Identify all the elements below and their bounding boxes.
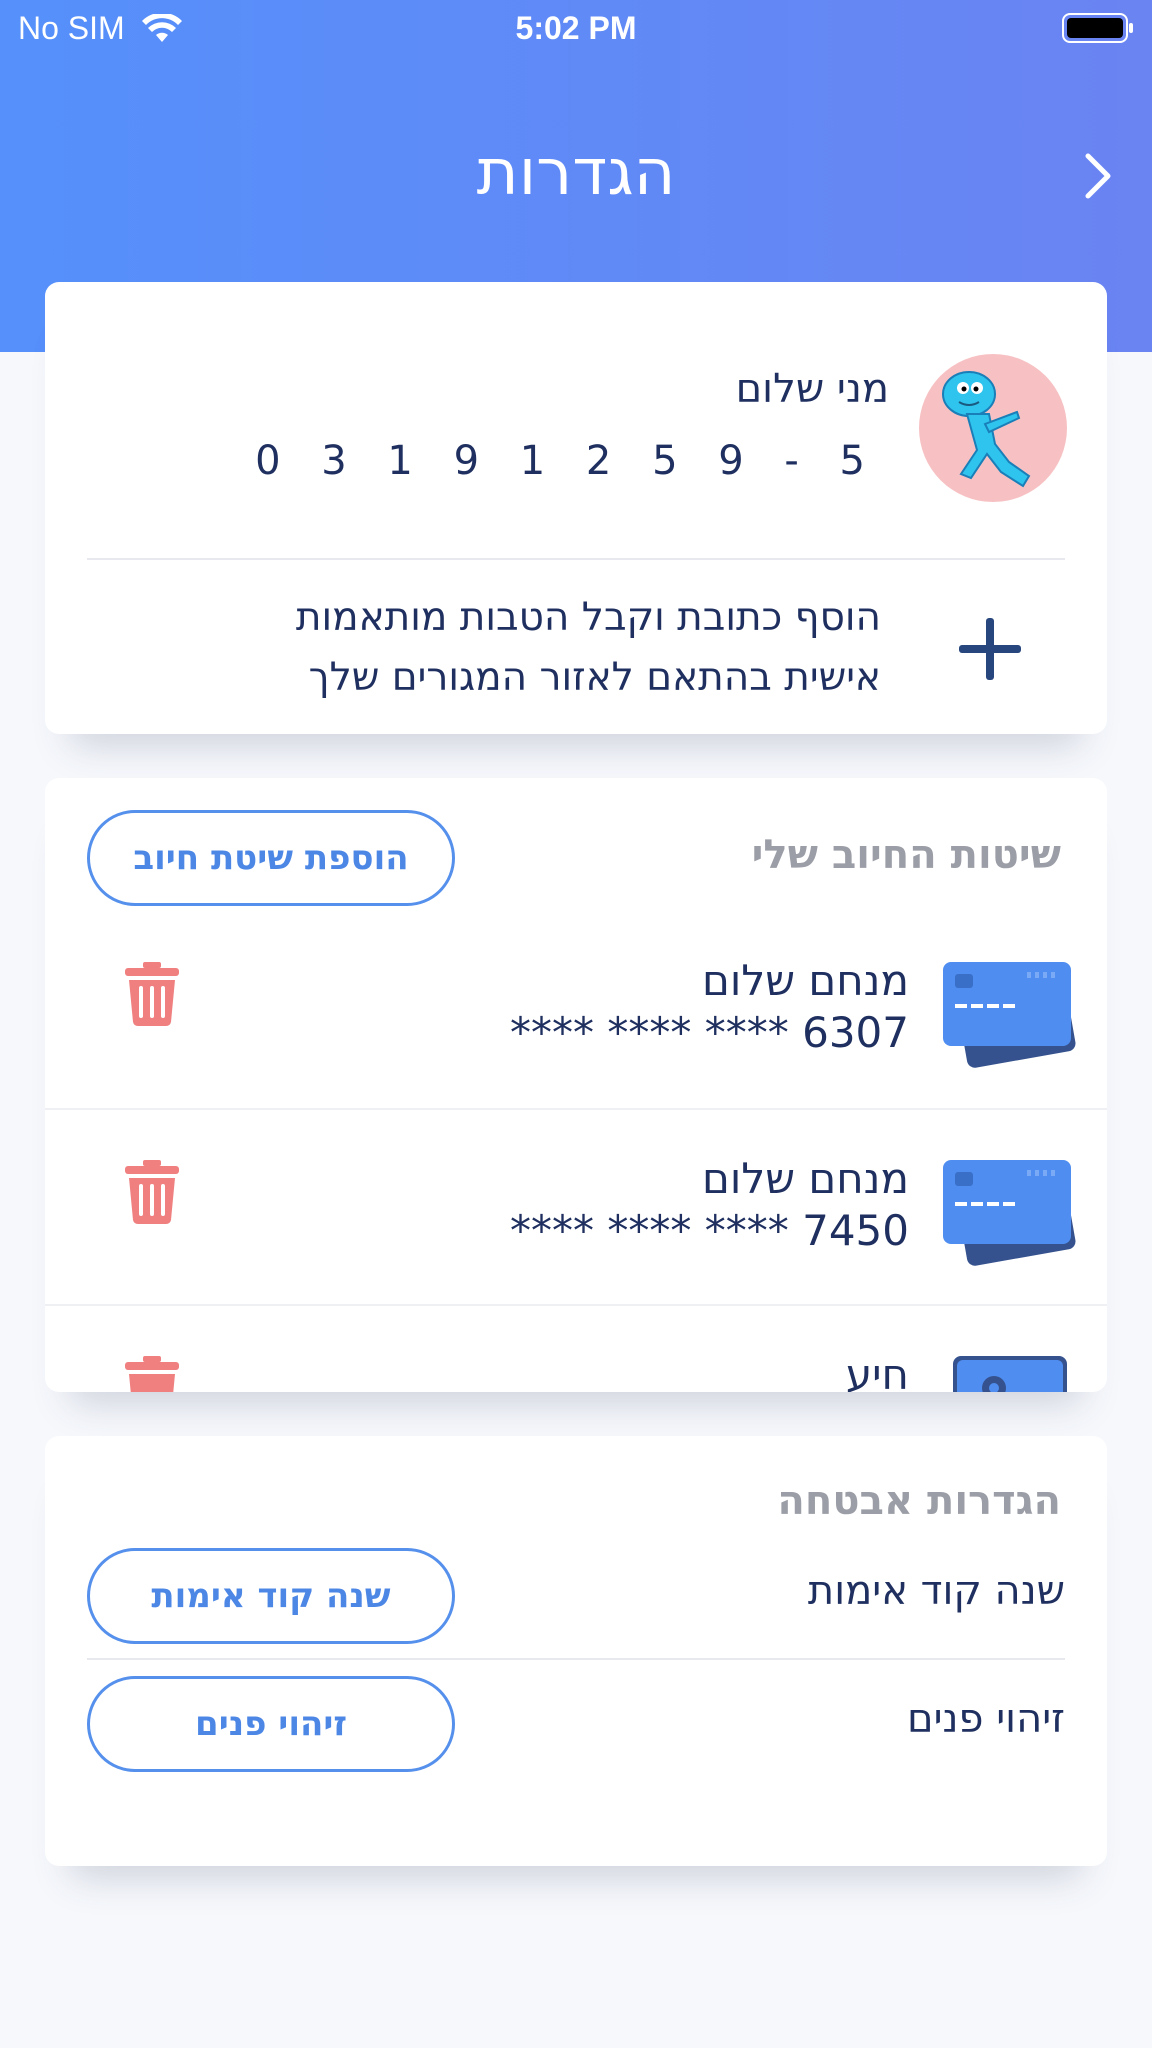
trash-icon[interactable] [125,1356,179,1392]
add-payment-method-button[interactable]: הוספת שיטת חיוב [87,810,455,906]
plus-icon[interactable] [959,618,1021,680]
trash-icon[interactable] [125,1160,179,1224]
change-pin-button[interactable]: שנה קוד אימות [87,1548,455,1644]
payment-methods-card: שיטות החיוב שלי הוספת שיטת חיוב מנחם שלו… [45,778,1107,1392]
add-address-text[interactable]: הוסף כתובת וקבל הטבות מותאמות אישית בהתא… [161,588,881,708]
payment-method-name: מנחם שלום [702,956,909,1005]
cartoon-avatar-icon [942,371,1031,488]
divider [87,1658,1065,1660]
payment-method-name: מנחם שלום [702,1154,909,1203]
battery-icon [1062,13,1133,43]
chevron-right-icon[interactable] [1078,150,1118,202]
status-time: 5:02 PM [515,10,637,46]
face-id-button[interactable]: זיהוי פנים [87,1676,455,1772]
profile-card: מני שלום 0 3 1 9 1 2 5 9 - 5 הוסף כתובת … [45,282,1107,734]
status-bar: No SIM 5:02 PM [0,0,1152,60]
wallet-icon [953,1356,1067,1392]
add-address-line1: הוסף כתובת וקבל הטבות מותאמות [295,595,881,640]
payment-method-row[interactable]: חיע [45,1304,1107,1392]
face-id-label: זיהוי פנים [907,1696,1065,1742]
security-section-title: הגדרות אבטחה [777,1478,1061,1524]
page-title: הגדרות [476,136,676,210]
payment-method-name: חיע [845,1350,909,1392]
payment-method-number: **** **** **** 6307 [510,1008,909,1057]
profile-phone: 0 3 1 9 1 2 5 9 - 5 [255,438,879,484]
payment-section-title: שיטות החיוב שלי [751,832,1061,878]
divider [87,558,1065,560]
payment-method-number: **** **** **** 7450 [510,1206,909,1255]
add-address-line2: אישית בהתאם לאזור המגורים שלך [308,655,881,700]
credit-card-icon [943,962,1076,1068]
avatar[interactable] [919,354,1067,502]
trash-icon[interactable] [125,962,179,1026]
payment-method-row[interactable]: מנחם שלום **** **** **** 6307 [45,912,1107,1108]
payment-method-row[interactable]: מנחם שלום **** **** **** 7450 [45,1108,1107,1304]
profile-name: מני שלום [735,366,889,412]
credit-card-icon [943,1160,1076,1266]
security-card: הגדרות אבטחה שנה קוד אימות שנה קוד אימות… [45,1436,1107,1866]
change-pin-label: שנה קוד אימות [807,1568,1065,1614]
